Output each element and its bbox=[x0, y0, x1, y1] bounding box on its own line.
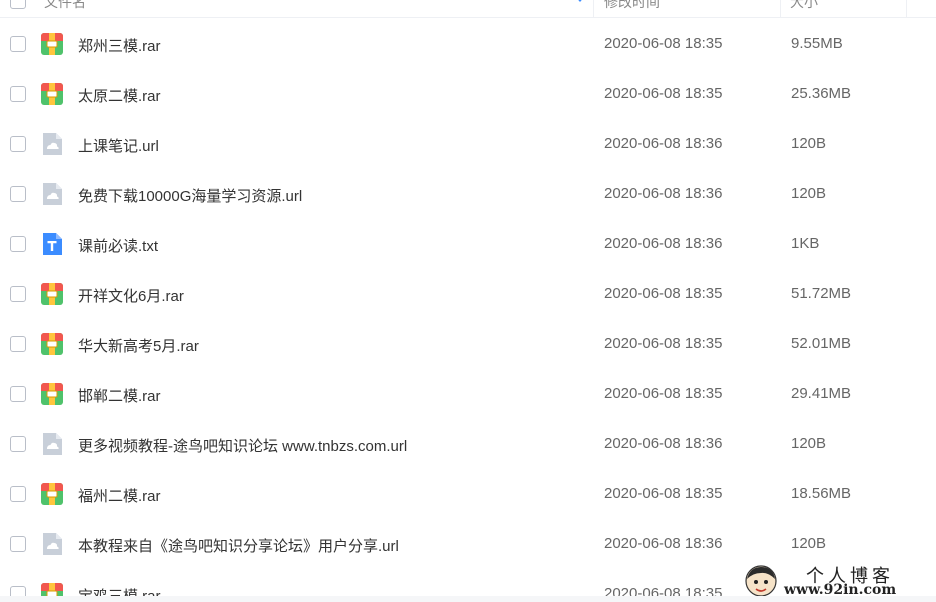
file-name[interactable]: 课前必读.txt bbox=[78, 235, 158, 256]
file-name[interactable]: 郑州三模.rar bbox=[78, 35, 161, 56]
file-row[interactable]: 免费下载10000G海量学习资源.url 2020-06-08 18:36 120B bbox=[0, 169, 936, 219]
file-modified-time: 2020-06-08 18:36 bbox=[604, 135, 723, 152]
file-modified-time: 2020-06-08 18:36 bbox=[604, 435, 723, 452]
url-link-file-icon[interactable] bbox=[40, 132, 64, 156]
row-checkbox[interactable] bbox=[10, 136, 26, 152]
rar-archive-icon[interactable] bbox=[40, 32, 64, 56]
row-checkbox[interactable] bbox=[10, 336, 26, 352]
file-modified-time: 2020-06-08 18:36 bbox=[604, 185, 723, 202]
file-size: 25.36MB bbox=[791, 85, 852, 102]
file-row[interactable]: 开祥文化6月.rar 2020-06-08 18:35 51.72MB bbox=[0, 269, 936, 319]
file-size: 120B bbox=[791, 435, 827, 452]
row-checkbox[interactable] bbox=[10, 386, 26, 402]
row-checkbox[interactable] bbox=[10, 536, 26, 552]
text-file-icon[interactable] bbox=[40, 232, 64, 256]
file-name[interactable]: 本教程来自《途鸟吧知识分享论坛》用户分享.url bbox=[78, 535, 399, 556]
rar-archive-icon[interactable] bbox=[40, 482, 64, 506]
row-checkbox[interactable] bbox=[10, 36, 26, 52]
file-size: 51.72MB bbox=[791, 285, 852, 302]
column-header-size[interactable]: 大小 bbox=[790, 0, 818, 12]
file-modified-time: 2020-06-08 18:35 bbox=[604, 385, 723, 402]
url-link-file-icon[interactable] bbox=[40, 182, 64, 206]
file-name[interactable]: 上课笔记.url bbox=[78, 135, 159, 156]
column-header-time[interactable]: 修改时间 bbox=[604, 0, 660, 12]
file-size: 1KB bbox=[791, 235, 820, 252]
file-name[interactable]: 免费下载10000G海量学习资源.url bbox=[78, 185, 302, 206]
file-size: 120B bbox=[791, 135, 827, 152]
file-modified-time: 2020-06-08 18:35 bbox=[604, 335, 723, 352]
row-checkbox[interactable] bbox=[10, 286, 26, 302]
column-header-name[interactable]: 文件名 bbox=[44, 0, 86, 12]
file-size: 9.55MB bbox=[791, 35, 843, 52]
file-size: 120B bbox=[791, 535, 827, 552]
row-checkbox[interactable] bbox=[10, 86, 26, 102]
rar-archive-icon[interactable] bbox=[40, 82, 64, 106]
file-row[interactable]: 太原二模.rar 2020-06-08 18:35 25.36MB bbox=[0, 69, 936, 119]
file-modified-time: 2020-06-08 18:35 bbox=[604, 35, 723, 52]
cartoon-face-logo bbox=[745, 565, 777, 597]
column-divider[interactable] bbox=[906, 0, 907, 18]
file-size: 52.01MB bbox=[791, 335, 852, 352]
file-modified-time: 2020-06-08 18:35 bbox=[604, 285, 723, 302]
rar-archive-icon[interactable] bbox=[40, 282, 64, 306]
file-modified-time: 2020-06-08 18:36 bbox=[604, 235, 723, 252]
column-divider[interactable] bbox=[593, 0, 594, 18]
file-name[interactable]: 邯郸二模.rar bbox=[78, 385, 161, 406]
rar-archive-icon[interactable] bbox=[40, 332, 64, 356]
url-link-file-icon[interactable] bbox=[40, 432, 64, 456]
file-modified-time: 2020-06-08 18:35 bbox=[604, 85, 723, 102]
file-modified-time: 2020-06-08 18:35 bbox=[604, 485, 723, 502]
file-name[interactable]: 华大新高考5月.rar bbox=[78, 335, 199, 356]
list-bottom-edge bbox=[0, 596, 936, 602]
file-row[interactable]: 上课笔记.url 2020-06-08 18:36 120B bbox=[0, 119, 936, 169]
url-link-file-icon[interactable] bbox=[40, 532, 64, 556]
column-divider[interactable] bbox=[780, 0, 781, 18]
row-checkbox[interactable] bbox=[10, 486, 26, 502]
file-list-header: 文件名 修改时间 大小 bbox=[0, 0, 936, 18]
sort-desc-icon[interactable] bbox=[574, 0, 586, 2]
file-row[interactable]: 华大新高考5月.rar 2020-06-08 18:35 52.01MB bbox=[0, 319, 936, 369]
file-row[interactable]: 课前必读.txt 2020-06-08 18:36 1KB bbox=[0, 219, 936, 269]
row-checkbox[interactable] bbox=[10, 186, 26, 202]
file-name[interactable]: 开祥文化6月.rar bbox=[78, 285, 184, 306]
file-row[interactable]: 福州二模.rar 2020-06-08 18:35 18.56MB bbox=[0, 469, 936, 519]
rar-archive-icon[interactable] bbox=[40, 382, 64, 406]
file-name[interactable]: 更多视频教程-途鸟吧知识论坛 www.tnbzs.com.url bbox=[78, 435, 407, 456]
file-size: 29.41MB bbox=[791, 385, 852, 402]
file-name[interactable]: 太原二模.rar bbox=[78, 85, 161, 106]
row-checkbox[interactable] bbox=[10, 436, 26, 452]
file-row[interactable]: 更多视频教程-途鸟吧知识论坛 www.tnbzs.com.url 2020-06-… bbox=[0, 419, 936, 469]
file-row[interactable]: 郑州三模.rar 2020-06-08 18:35 9.55MB bbox=[0, 19, 936, 69]
file-size: 18.56MB bbox=[791, 485, 852, 502]
file-name[interactable]: 福州二模.rar bbox=[78, 485, 161, 506]
file-size: 120B bbox=[791, 185, 827, 202]
file-modified-time: 2020-06-08 18:36 bbox=[604, 535, 723, 552]
row-checkbox[interactable] bbox=[10, 236, 26, 252]
file-row[interactable]: 邯郸二模.rar 2020-06-08 18:35 29.41MB bbox=[0, 369, 936, 419]
select-all-checkbox[interactable] bbox=[10, 0, 26, 9]
